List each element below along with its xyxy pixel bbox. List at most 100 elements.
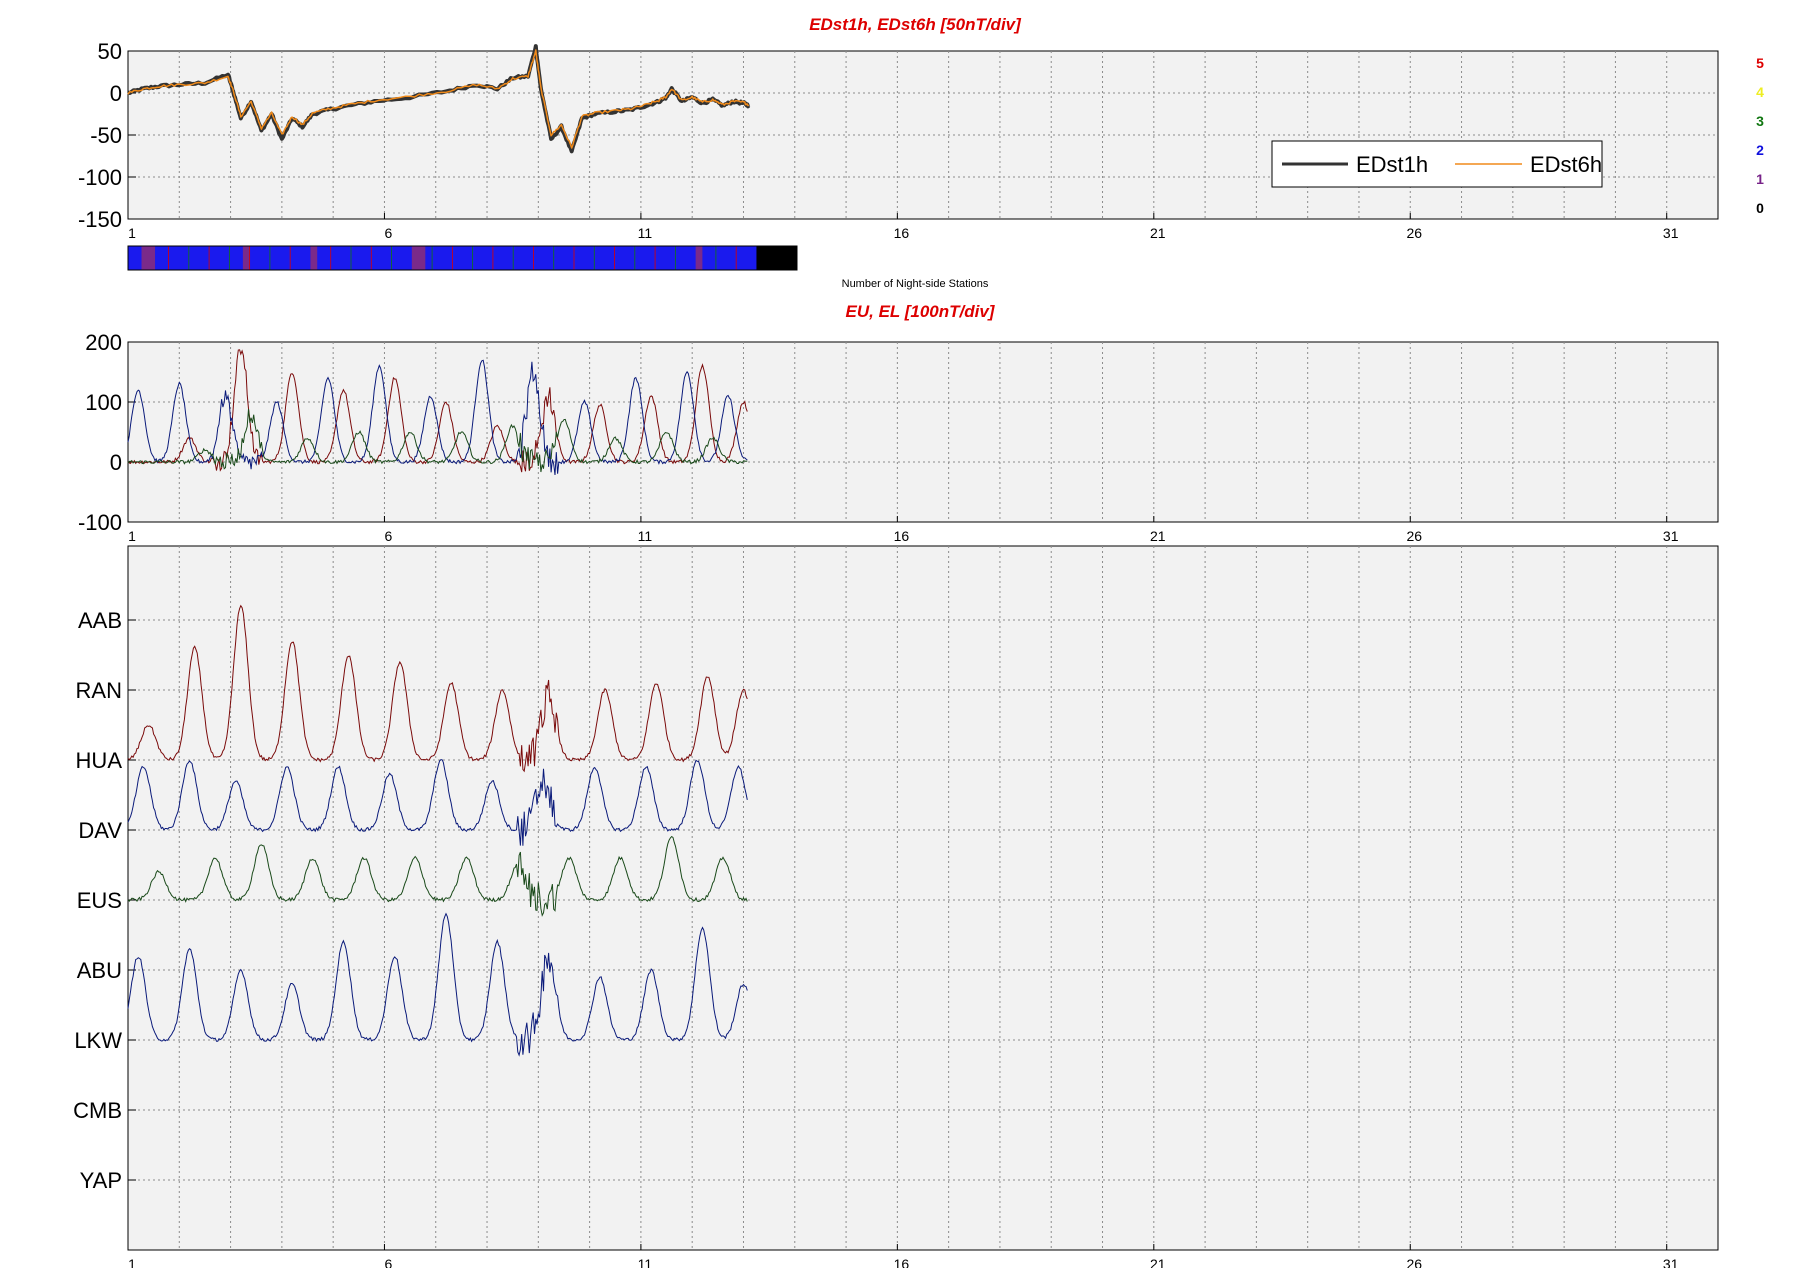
night-station-cell <box>492 246 501 270</box>
edst-panel-title: EDst1h, EDst6h [50nT/div] <box>809 15 1022 34</box>
night-station-cell <box>580 246 589 270</box>
night-station-cell <box>452 246 460 270</box>
night-station-cell <box>675 246 683 270</box>
night-station-cell <box>614 246 622 270</box>
night-station-cell <box>337 246 345 270</box>
night-station-cell <box>405 246 413 270</box>
night-station-cell <box>202 246 210 270</box>
night-station-cell <box>317 246 325 270</box>
night-station-cell <box>398 246 406 270</box>
night-station-cell <box>290 246 298 270</box>
night-station-cell <box>229 246 237 270</box>
night-station-cell <box>371 246 379 270</box>
y-tick-label: HUA <box>76 748 123 773</box>
night-station-cell <box>682 246 690 270</box>
night-station-cell <box>283 246 291 270</box>
night-station-cell <box>141 246 149 270</box>
x-tick-label: 21 <box>1150 225 1166 241</box>
night-station-cell <box>215 246 224 270</box>
y-tick-label: AAB <box>78 608 122 633</box>
night-station-cell <box>357 246 366 270</box>
y-tick-label: 200 <box>85 330 122 355</box>
y-tick-label: -50 <box>90 123 122 148</box>
night-station-key-label: 3 <box>1756 113 1764 129</box>
x-tick-label: 1 <box>128 225 136 241</box>
night-station-cell <box>553 246 561 270</box>
x-tick-label: 6 <box>385 1256 393 1268</box>
night-station-cell <box>222 246 230 270</box>
night-station-cell <box>601 246 609 270</box>
night-station-cell <box>648 246 656 270</box>
night-station-cell <box>188 246 197 270</box>
figure: EDst1h, EDst6h [50nT/div] 50 0 -50 -100 -150… <box>0 0 1801 1268</box>
night-station-cell <box>459 246 467 270</box>
y-tick-label: 100 <box>85 390 122 415</box>
night-station-cell <box>249 246 257 270</box>
night-station-cell <box>783 246 791 270</box>
night-station-cell <box>769 246 778 270</box>
night-station-cell <box>263 246 271 270</box>
eu-el-panel: 2001000-1001 6 11 16 21 26 31 <box>78 330 1719 544</box>
night-station-cell <box>513 246 521 270</box>
night-station-cell <box>526 246 534 270</box>
y-tick-label: -150 <box>78 207 122 232</box>
night-station-cell <box>560 246 568 270</box>
night-station-cell <box>418 246 426 270</box>
night-station-key-label: 0 <box>1756 200 1764 216</box>
night-station-cell <box>695 246 703 270</box>
night-station-cell <box>634 246 643 270</box>
x-tick-label: 11 <box>638 225 653 241</box>
y-tick-label: -100 <box>78 165 122 190</box>
night-station-cell <box>709 246 717 270</box>
night-station-cell <box>486 246 494 270</box>
night-station-cell <box>425 246 433 270</box>
x-tick-label: 1 <box>128 1256 136 1268</box>
night-station-cell <box>533 246 541 270</box>
night-station-cell <box>628 246 636 270</box>
night-station-cell <box>465 246 474 270</box>
y-tick-label: DAV <box>78 818 122 843</box>
night-station-cell <box>736 246 744 270</box>
y-tick-label: LKW <box>74 1028 122 1053</box>
x-tick-label: 31 <box>1663 225 1679 241</box>
y-tick-label: RAN <box>76 678 122 703</box>
night-station-cell <box>668 246 676 270</box>
night-station-cell <box>546 246 555 270</box>
night-station-cell <box>749 246 757 270</box>
night-station-cell <box>763 246 771 270</box>
x-tick-label: 31 <box>1663 1256 1679 1268</box>
night-station-cell <box>688 246 697 270</box>
night-station-cell <box>661 246 670 270</box>
x-tick-label: 26 <box>1406 1256 1422 1268</box>
night-station-cell <box>378 246 386 270</box>
y-tick-label: 0 <box>110 450 122 475</box>
plot-area <box>127 545 1719 1251</box>
night-station-key-label: 2 <box>1756 142 1764 158</box>
night-station-cell <box>587 246 595 270</box>
x-tick-label: 11 <box>638 1256 653 1268</box>
night-station-cell <box>148 246 156 270</box>
night-station-cell <box>506 246 514 270</box>
y-tick-label: YAP <box>80 1168 122 1193</box>
night-station-cell <box>351 246 359 270</box>
station-traces-panel: AABRANHUADAVEUSABULKWCMBYAP1 6 11 16 21 26 31 <box>73 545 1719 1268</box>
y-tick-label: ABU <box>77 958 122 983</box>
night-station-cell <box>519 246 528 270</box>
night-station-cell <box>269 246 278 270</box>
night-station-bar-label: Number of Night-side Stations <box>842 278 989 290</box>
y-tick-label: 50 <box>98 39 122 64</box>
night-station-cell <box>641 246 649 270</box>
x-tick-label: 16 <box>894 1256 910 1268</box>
x-tick-label: 16 <box>894 528 910 544</box>
night-station-cell <box>790 246 798 270</box>
night-station-cell <box>438 246 447 270</box>
night-station-cell <box>567 246 575 270</box>
x-tick-label: 21 <box>1150 1256 1166 1268</box>
night-station-cell <box>344 246 352 270</box>
night-station-cell <box>594 246 602 270</box>
night-station-cell <box>128 246 136 270</box>
night-station-cell <box>776 246 784 270</box>
night-station-cell <box>296 246 305 270</box>
legend-edst1h-label: EDst1h <box>1356 152 1428 177</box>
night-station-cell <box>479 246 487 270</box>
